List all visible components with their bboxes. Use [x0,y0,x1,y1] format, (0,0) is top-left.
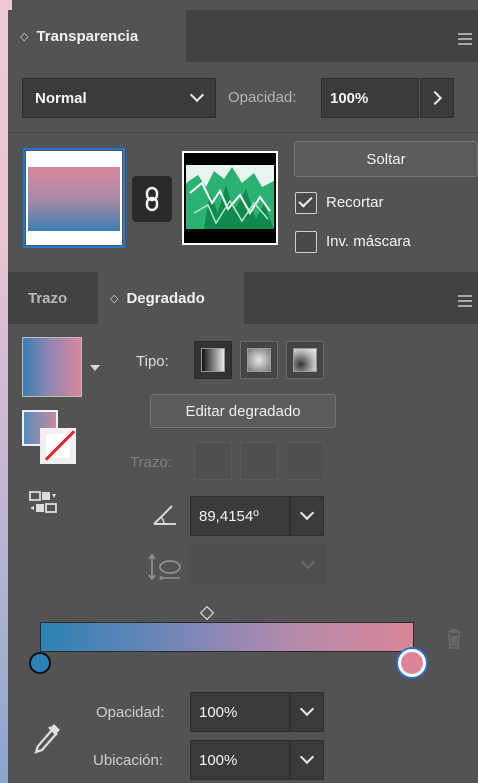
tab-stroke[interactable]: Trazo [8,272,98,324]
stop-opacity-input[interactable]: 100% [190,692,290,732]
edit-gradient-label: Editar degradado [185,402,301,420]
linear-gradient-icon [201,348,225,372]
gradient-stop-right[interactable] [398,649,426,677]
stop-location-value: 100% [199,751,238,769]
aspect-ratio-icon [148,553,181,581]
stroke-type-label: Trazo: [130,454,172,471]
checkmark-icon [298,193,313,208]
transparency-tabbar: ◇ Transparencia [8,10,478,62]
link-icon [145,186,159,212]
tab-transparency[interactable]: ◇ Transparencia [8,10,186,62]
reverse-gradient-icon[interactable] [28,490,58,518]
angle-dropdown[interactable] [290,496,324,536]
mask-preview [184,153,276,243]
eyedropper-icon[interactable] [30,720,64,758]
invert-mask-checkbox[interactable] [295,231,317,253]
midpoint-diamond-icon[interactable] [199,605,215,621]
tab-gradient[interactable]: ◇ Degradado [98,272,244,324]
swatch-dropdown-icon[interactable] [90,365,100,371]
link-mask-button[interactable] [132,176,172,222]
gradient-menu-icon[interactable] [452,292,478,308]
gradient-tabbar: Trazo ◇ Degradado [8,272,478,324]
tab-gradient-label: Degradado [126,289,205,307]
freeform-gradient-button[interactable] [286,341,324,379]
radial-gradient-icon [247,348,271,372]
stop-location-dropdown[interactable] [290,740,324,780]
chevron-down-icon [299,505,315,521]
stop-opacity-dropdown[interactable] [290,692,324,732]
tab-arrows-icon: ◇ [110,292,119,305]
none-slash-icon [44,430,76,461]
gradient-slider[interactable] [40,622,414,652]
stop-location-input[interactable]: 100% [190,740,290,780]
transparency-menu-icon[interactable] [452,30,478,46]
opacity-label: Opacidad: [228,89,297,106]
trash-icon[interactable] [445,628,463,650]
divider [8,132,478,133]
blend-mode-value: Normal [35,89,87,107]
artwork-thumbnail[interactable] [23,148,125,248]
edit-gradient-button[interactable]: Editar degradado [150,394,336,428]
type-label: Tipo: [136,353,169,370]
stroke-swatch[interactable] [40,428,76,464]
invert-mask-label: Inv. máscara [326,233,411,250]
clip-label: Recortar [326,194,384,211]
release-button-label: Soltar [366,150,406,168]
stroke-across-button [286,442,324,480]
opacity-expand-button[interactable] [420,78,454,118]
angle-value: 89,4154º [199,507,259,525]
blend-mode-dropdown[interactable]: Normal [22,78,216,118]
opacity-value: 100% [330,89,369,107]
freeform-gradient-icon [293,348,317,372]
chevron-down-icon [299,701,315,717]
opacity-input[interactable]: 100% [321,78,419,118]
chevron-down-icon [300,554,316,570]
tab-arrows-icon: ◇ [20,30,29,43]
panel-group: ◇ Transparencia Normal Opacidad: 100% So… [8,10,478,783]
radial-gradient-button[interactable] [240,341,278,379]
stop-opacity-label: Opacidad: [96,704,165,721]
stop-opacity-value: 100% [199,703,238,721]
angle-input[interactable]: 89,4154º [190,496,290,536]
chevron-down-icon [299,749,315,765]
stroke-within-button [194,442,232,480]
stroke-along-button [240,442,278,480]
stop-location-label: Ubicación: [93,752,164,769]
gradient-stop-left[interactable] [29,652,51,674]
mask-thumbnail[interactable] [182,151,278,245]
aspect-ratio-input [190,544,326,584]
release-button[interactable]: Soltar [294,141,478,177]
clip-checkbox[interactable] [295,192,317,214]
angle-icon [153,505,176,525]
chevron-down-icon [189,87,205,103]
artwork-preview [28,167,120,231]
chevron-right-icon [427,90,443,106]
linear-gradient-button[interactable] [194,341,232,379]
tab-transparency-label: Transparencia [36,27,139,45]
gradient-swatch[interactable] [22,337,82,397]
tab-stroke-label: Trazo [28,289,68,307]
